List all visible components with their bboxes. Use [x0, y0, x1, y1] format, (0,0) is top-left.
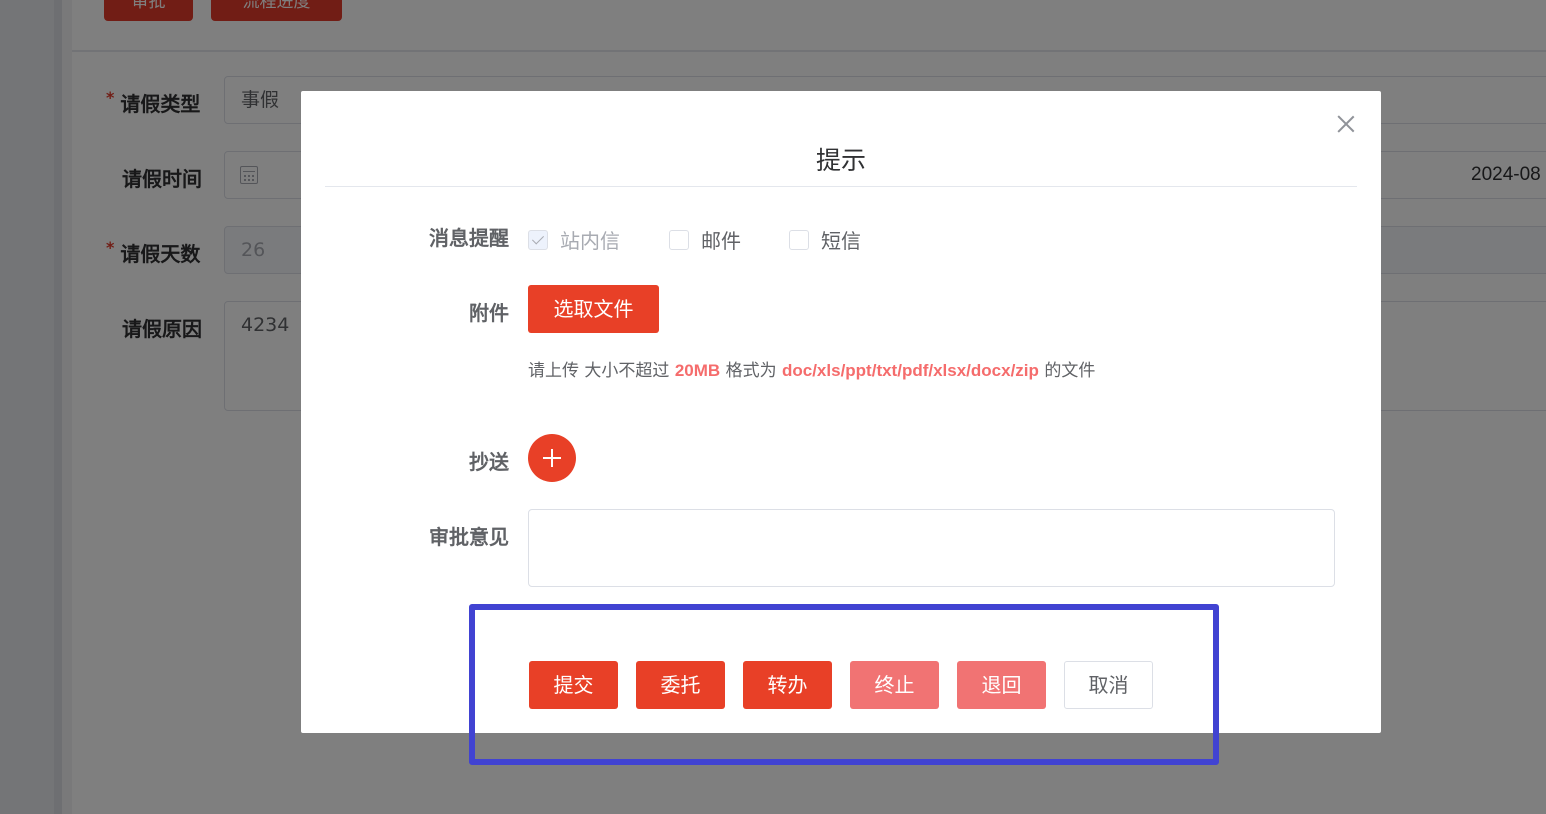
title-divider	[325, 186, 1357, 187]
checkbox-in-site-message: 站内信	[528, 225, 620, 254]
checkbox-sms[interactable]: 短信	[789, 225, 861, 254]
size-limit: 20MB	[674, 361, 721, 380]
return-button[interactable]: 退回	[957, 661, 1046, 709]
close-icon[interactable]	[1337, 115, 1355, 133]
checkbox-email[interactable]: 邮件	[669, 225, 741, 254]
upload-hint: 请上传 大小不超过 20MB 格式为 doc/xls/ppt/txt/pdf/x…	[528, 361, 1096, 381]
terminate-button[interactable]: 终止	[850, 661, 939, 709]
transfer-button[interactable]: 转办	[743, 661, 832, 709]
checkbox-box[interactable]	[669, 229, 689, 250]
approval-dialog: 提示 消息提醒 站内信 邮件 短信 附件 选取文件 请上传 大小不超过 20MB…	[301, 91, 1381, 733]
checkbox-label: 短信	[821, 229, 861, 253]
checkbox-box[interactable]	[789, 229, 809, 250]
attachment-label: 附件	[469, 301, 509, 325]
add-cc-button[interactable]	[528, 434, 576, 482]
notify-label: 消息提醒	[429, 226, 509, 250]
allowed-formats: doc/xls/ppt/txt/pdf/xlsx/docx/zip	[781, 361, 1039, 380]
checkbox-label: 站内信	[560, 229, 620, 253]
checkbox-checked-icon	[528, 229, 548, 250]
cancel-button[interactable]: 取消	[1064, 661, 1153, 709]
submit-button[interactable]: 提交	[529, 661, 618, 709]
opinion-label: 审批意见	[429, 525, 509, 549]
delegate-button[interactable]: 委托	[636, 661, 725, 709]
cc-label: 抄送	[469, 450, 509, 474]
checkbox-label: 邮件	[701, 229, 741, 253]
opinion-textarea[interactable]	[528, 509, 1335, 587]
select-file-button[interactable]: 选取文件	[528, 285, 659, 333]
dialog-title: 提示	[815, 146, 866, 175]
